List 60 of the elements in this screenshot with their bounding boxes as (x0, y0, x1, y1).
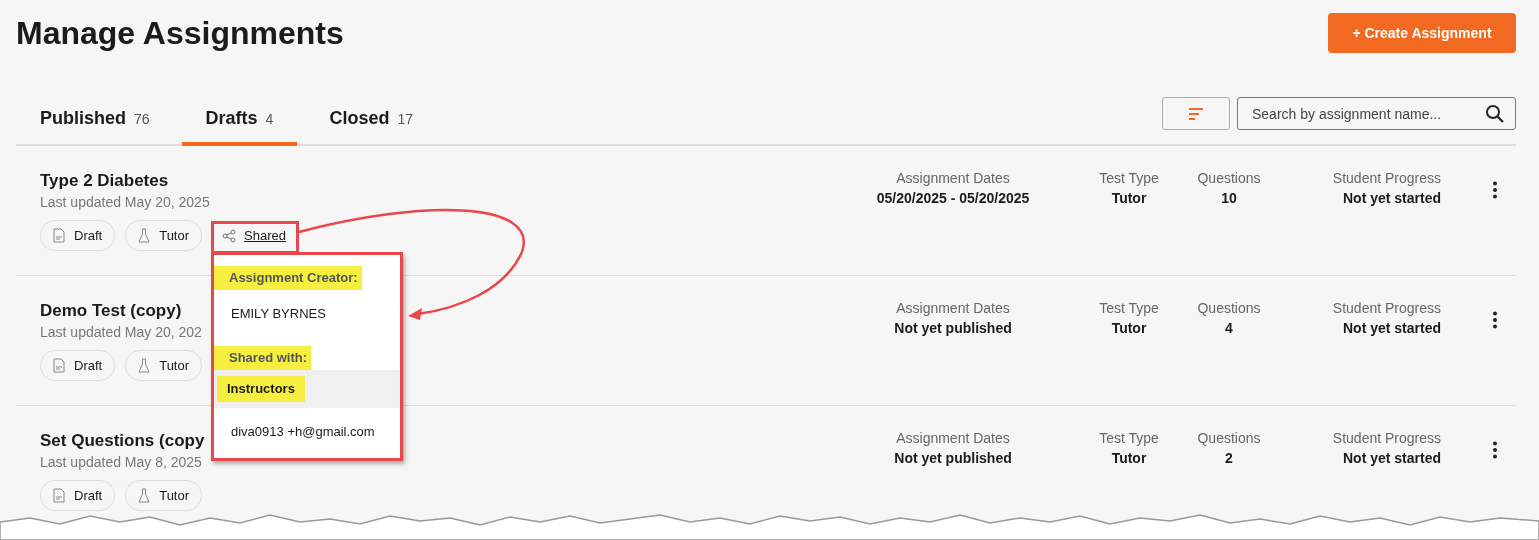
column-label: Questions (1196, 429, 1262, 448)
test-type: Tutor (1110, 319, 1148, 338)
test-type-chip: Tutor (125, 480, 203, 511)
column-label: Test Type (1098, 429, 1160, 448)
page-title: Manage Assignments (16, 14, 344, 52)
share-icon (222, 228, 237, 243)
column-label: Student Progress (1331, 429, 1441, 448)
column-label: Student Progress (1331, 169, 1441, 188)
status-chip: Draft (40, 220, 116, 251)
column-label: Assignment Dates (895, 169, 1011, 188)
tab[interactable]: Published 76 (16, 98, 174, 146)
test-type: Tutor (1110, 189, 1148, 208)
column-label: Test Type (1098, 299, 1160, 318)
popup-text: diva0913 +h@gmail.com (230, 423, 376, 441)
tab-count: 17 (397, 111, 413, 127)
last-updated: Last updated May 20, 2025 (40, 193, 210, 212)
flask-icon (138, 358, 151, 373)
column-label: Test Type (1098, 169, 1160, 188)
document-icon (53, 488, 65, 503)
test-type-chip: Tutor (125, 220, 203, 251)
assignment-title[interactable]: Set Questions (copy (40, 430, 205, 452)
sort-icon (1189, 107, 1203, 120)
document-icon (53, 228, 65, 243)
status-chip: Draft (40, 350, 116, 381)
test-type-chip: Tutor (125, 350, 203, 381)
popup-text: Assignment Creator: (214, 266, 362, 290)
popup-text: Instructors (217, 376, 305, 402)
search-field[interactable]: Search by assignment name... (1237, 97, 1516, 130)
tab[interactable]: Drafts 4 (181, 98, 298, 146)
question-count: 10 (1220, 189, 1238, 208)
document-icon (53, 358, 65, 373)
assignment-title[interactable]: Demo Test (copy) (40, 300, 182, 322)
flask-icon (138, 228, 151, 243)
status-chip: Draft (40, 480, 116, 511)
assignment-dates: Not yet published (893, 449, 1013, 468)
popup-text: EMILY BYRNES (230, 305, 327, 323)
question-count: 4 (1224, 319, 1234, 338)
last-updated: Last updated May 8, 2025 (40, 453, 202, 472)
last-updated: Last updated May 20, 202 (40, 323, 202, 342)
assignment-title[interactable]: Type 2 Diabetes (40, 170, 169, 192)
search-icon (1485, 104, 1505, 124)
tab-count: 4 (265, 111, 274, 127)
tab[interactable]: Closed 17 (305, 98, 437, 146)
flask-icon (138, 488, 151, 503)
assignment-dates: Not yet published (893, 319, 1013, 338)
column-label: Assignment Dates (895, 299, 1011, 318)
popup-text: Shared with: (214, 346, 311, 370)
column-label: Questions (1196, 169, 1262, 188)
test-type: Tutor (1110, 449, 1148, 468)
question-count: 2 (1224, 449, 1234, 468)
assignment-dates: 05/20/2025 - 05/20/2025 (875, 189, 1031, 208)
more-icon[interactable] (1492, 181, 1498, 199)
shared-link[interactable]: Shared (212, 220, 296, 251)
sort-button[interactable] (1162, 97, 1230, 130)
column-label: Student Progress (1331, 299, 1441, 318)
tab-count: 76 (134, 111, 150, 127)
column-label: Assignment Dates (895, 429, 1011, 448)
more-icon[interactable] (1492, 441, 1498, 459)
column-label: Questions (1196, 299, 1262, 318)
more-icon[interactable] (1492, 311, 1498, 329)
